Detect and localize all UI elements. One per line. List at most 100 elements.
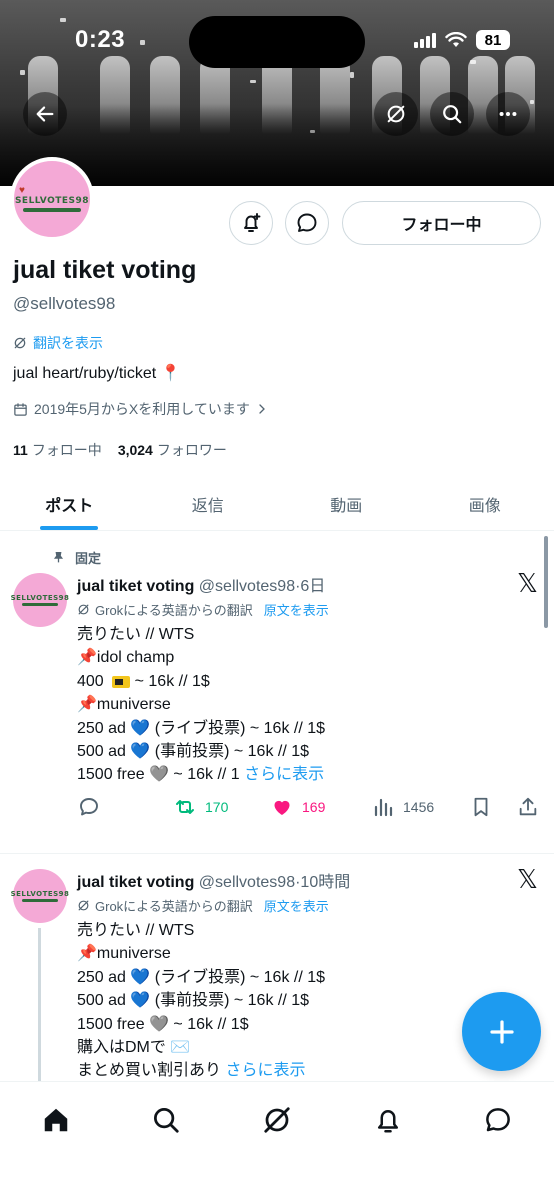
post-header: jual tiket voting @sellvotes98·10時間 xyxy=(77,868,350,892)
plus-icon xyxy=(489,1019,514,1044)
tab-posts[interactable]: ポスト xyxy=(0,478,139,530)
avatar-logo-bar xyxy=(22,603,58,606)
profile-banner[interactable]: 0:23 81 xyxy=(0,0,554,186)
show-original-link[interactable]: 原文を表示 xyxy=(264,896,329,915)
message-button[interactable] xyxy=(285,201,329,245)
joined-date[interactable]: 2019年5月からXを利用しています xyxy=(13,399,268,419)
avatar-logo-text: SELLVOTES98 xyxy=(10,594,70,602)
search-button[interactable] xyxy=(430,92,474,136)
grok-button[interactable] xyxy=(374,92,418,136)
post-line-last: まとめ買い割引あり さらに表示 xyxy=(77,1059,325,1082)
x-logo-icon[interactable]: 𝕏 xyxy=(517,569,538,599)
views-button[interactable]: 1456 xyxy=(371,795,434,819)
show-original-link[interactable]: 原文を表示 xyxy=(264,600,329,619)
chat-bubble-icon xyxy=(486,1108,510,1132)
wifi-icon xyxy=(445,32,467,47)
following-stat[interactable]: 11 フォロー中 xyxy=(13,440,102,460)
show-more-link[interactable]: さらに表示 xyxy=(244,766,324,783)
post-line: 500 ad 💙 (事前投票) ~ 16k // 1$ xyxy=(77,992,310,1010)
arrow-left-icon xyxy=(36,106,54,122)
profile-handle: @sellvotes98 xyxy=(13,294,116,313)
pinned-label: 固定 xyxy=(75,551,102,566)
translate-label: 翻訳を表示 xyxy=(33,335,103,351)
post-time[interactable]: 6日 xyxy=(300,578,325,595)
pinned-indicator: 固定 xyxy=(52,548,101,567)
translate-bio-link[interactable]: 翻訳を表示 xyxy=(13,333,103,353)
post-line: 500 ad 💙 (事前投票) ~ 16k // 1$ xyxy=(77,743,310,761)
nav-search[interactable] xyxy=(148,1102,184,1138)
nav-messages[interactable] xyxy=(480,1102,516,1138)
compose-button[interactable] xyxy=(462,992,541,1071)
grok-icon xyxy=(78,604,89,615)
post-body[interactable]: 売りたい // WTS 📌muniverse 250 ad 💙 (ライブ投票) … xyxy=(77,919,325,1083)
chat-bubble-icon xyxy=(297,213,317,232)
post-handle[interactable]: @sellvotes98 xyxy=(199,578,295,595)
share-button[interactable] xyxy=(517,795,539,819)
profile-avatar[interactable]: ♥ SELLVOTES98 xyxy=(10,157,94,241)
confetti xyxy=(470,60,476,64)
like-button[interactable]: 169 xyxy=(270,795,325,819)
translation-note: Grokによる英語からの翻訳 原文を表示 xyxy=(77,896,329,915)
grok-icon xyxy=(78,900,89,911)
translation-note: Grokによる英語からの翻訳 原文を表示 xyxy=(77,600,329,619)
profile-tabs: ポスト 返信 動画 画像 xyxy=(0,478,554,531)
post-avatar[interactable]: SELLVOTES98 xyxy=(11,869,70,923)
more-button[interactable] xyxy=(486,92,530,136)
post-author[interactable]: jual tiket voting xyxy=(77,874,194,891)
avatar-logo: SELLVOTES98 xyxy=(11,890,70,902)
show-more-link[interactable]: さらに表示 xyxy=(225,1062,305,1079)
notifications-button[interactable] xyxy=(229,201,273,245)
post-handle[interactable]: @sellvotes98 xyxy=(199,874,295,891)
post-line: 売りたい // WTS xyxy=(77,626,195,643)
translation-label: Grokによる英語からの翻訳 xyxy=(95,603,253,618)
retweet-button[interactable]: 170 xyxy=(173,795,228,819)
heart-icon: ♥ xyxy=(18,185,25,196)
battery-indicator: 81 xyxy=(476,30,510,50)
avatar-logo: ♥ SELLVOTES98 xyxy=(15,186,89,212)
chevron-right-icon xyxy=(259,404,265,414)
status-icons: 81 xyxy=(414,30,510,50)
post-line: 250 ad 💙 (ライブ投票) ~ 16k // 1$ xyxy=(77,719,326,737)
post-line: 📌idol champ xyxy=(77,649,175,667)
nav-home[interactable] xyxy=(38,1102,74,1138)
calendar-icon xyxy=(14,402,27,416)
retweet-icon xyxy=(176,800,194,814)
avatar-logo-bar xyxy=(23,208,81,212)
heart-icon xyxy=(274,800,290,815)
following-label: フォロー中 xyxy=(31,442,102,458)
post-body[interactable]: 売りたい // WTS 📌idol champ 400 ~ 16k // 1$ … xyxy=(77,623,325,787)
post-line: 📌muniverse xyxy=(77,696,171,714)
ticket-icon xyxy=(112,675,131,688)
pin-icon xyxy=(53,551,64,563)
x-logo-icon[interactable]: 𝕏 xyxy=(517,865,538,895)
tab-replies[interactable]: 返信 xyxy=(139,478,278,530)
back-button[interactable] xyxy=(23,92,67,136)
tab-videos[interactable]: 動画 xyxy=(277,478,416,530)
retweet-count: 170 xyxy=(205,799,229,815)
avatar-logo-bar xyxy=(22,899,58,902)
bottom-nav xyxy=(0,1081,554,1200)
following-button[interactable]: フォロー中 xyxy=(342,201,541,245)
tab-images[interactable]: 画像 xyxy=(416,478,554,530)
confetti xyxy=(140,40,145,45)
nav-notifications[interactable] xyxy=(370,1102,406,1138)
post-header: jual tiket voting @sellvotes98·6日 xyxy=(77,572,325,596)
post-line: 📌muniverse xyxy=(77,945,171,963)
post-line: 250 ad 💙 (ライブ投票) ~ 16k // 1$ xyxy=(77,968,326,986)
post-author[interactable]: jual tiket voting xyxy=(77,578,194,595)
followers-stat[interactable]: 3,024 フォロワー xyxy=(118,440,227,460)
post-avatar[interactable]: SELLVOTES98 xyxy=(10,573,70,627)
confetti xyxy=(60,18,66,22)
post-time[interactable]: 10時間 xyxy=(300,874,350,891)
translation-label: Grokによる英語からの翻訳 xyxy=(95,899,253,914)
bookmark-button[interactable] xyxy=(470,795,492,819)
signal-icon xyxy=(414,32,436,48)
confetti xyxy=(250,80,256,83)
reply-button[interactable] xyxy=(77,795,101,819)
bookmark-icon xyxy=(474,797,488,817)
dynamic-island xyxy=(189,16,365,68)
post-line: ~ 16k // 1$ xyxy=(134,672,210,690)
nav-grok[interactable] xyxy=(259,1102,295,1138)
scrollbar[interactable] xyxy=(544,536,548,628)
profile-bio: jual heart/ruby/ticket 📍 xyxy=(13,365,181,382)
